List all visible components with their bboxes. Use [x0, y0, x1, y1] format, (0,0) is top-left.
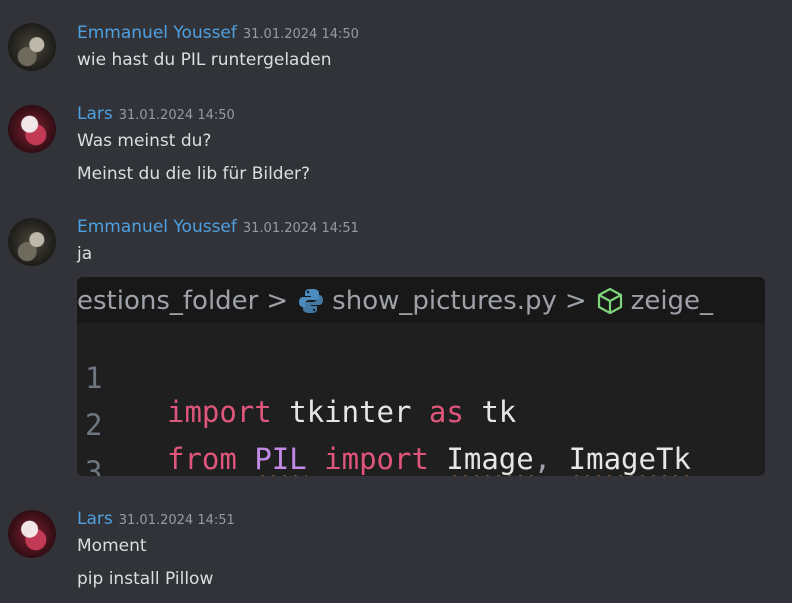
- code-token: ,: [533, 442, 552, 476]
- breadcrumb-folder: estions_folder: [77, 285, 259, 316]
- breadcrumb-separator: >: [266, 285, 289, 316]
- message-text: ja: [77, 244, 93, 264]
- breadcrumb-file: show_pictures.py: [332, 285, 557, 316]
- code-token: ImageTk: [568, 442, 691, 476]
- code-line-2: 2 from PIL import Image, ImageTk: [77, 374, 691, 476]
- python-file-icon: [296, 278, 332, 324]
- breadcrumb-separator: >: [564, 285, 587, 316]
- code-token: as: [428, 395, 464, 429]
- message-header: Lars 31.01.2024 14:50: [77, 104, 235, 124]
- breadcrumb: estions_folder > show_pictures.py > zeige_: [77, 277, 765, 323]
- line-number: 3: [85, 455, 103, 476]
- code-token: tkinter: [289, 395, 412, 429]
- message-text: Was meinst du?: [77, 131, 212, 151]
- message-text: wie hast du PIL runtergeladen: [77, 50, 332, 70]
- message-header: Emmanuel Youssef 31.01.2024 14:50: [77, 23, 359, 43]
- message-text: pip install Pillow: [77, 569, 214, 589]
- avatar[interactable]: [8, 105, 56, 153]
- image-attachment[interactable]: estions_folder > show_pictures.py > zeige_…: [77, 277, 765, 476]
- timestamp[interactable]: 31.01.2024 14:50: [243, 27, 359, 42]
- code-line-3: 3: [77, 421, 182, 476]
- code-token: tk: [481, 395, 517, 429]
- author-name[interactable]: Lars: [77, 509, 113, 529]
- avatar[interactable]: [8, 510, 56, 558]
- code-line-1: 1 import tkinter as tk: [77, 327, 516, 429]
- cube-symbol-icon: [595, 278, 631, 324]
- author-name[interactable]: Emmanuel Youssef: [77, 23, 237, 43]
- author-name[interactable]: Emmanuel Youssef: [77, 217, 237, 237]
- message-header: Emmanuel Youssef 31.01.2024 14:51: [77, 217, 359, 237]
- message-text: Moment: [77, 536, 147, 556]
- message-header: Lars 31.01.2024 14:51: [77, 509, 235, 529]
- code-editor: 1 import tkinter as tk 2 from PIL import…: [77, 323, 765, 476]
- avatar[interactable]: [8, 23, 56, 71]
- timestamp[interactable]: 31.01.2024 14:51: [243, 221, 359, 236]
- avatar[interactable]: [8, 218, 56, 266]
- breadcrumb-symbol: zeige_: [630, 285, 714, 316]
- author-name[interactable]: Lars: [77, 104, 113, 124]
- cut-off-code-line: [167, 465, 467, 473]
- timestamp[interactable]: 31.01.2024 14:51: [119, 513, 235, 528]
- code-token: import: [167, 395, 272, 429]
- timestamp[interactable]: 31.01.2024 14:50: [119, 108, 235, 123]
- message-text: Meinst du die lib für Bilder?: [77, 164, 311, 184]
